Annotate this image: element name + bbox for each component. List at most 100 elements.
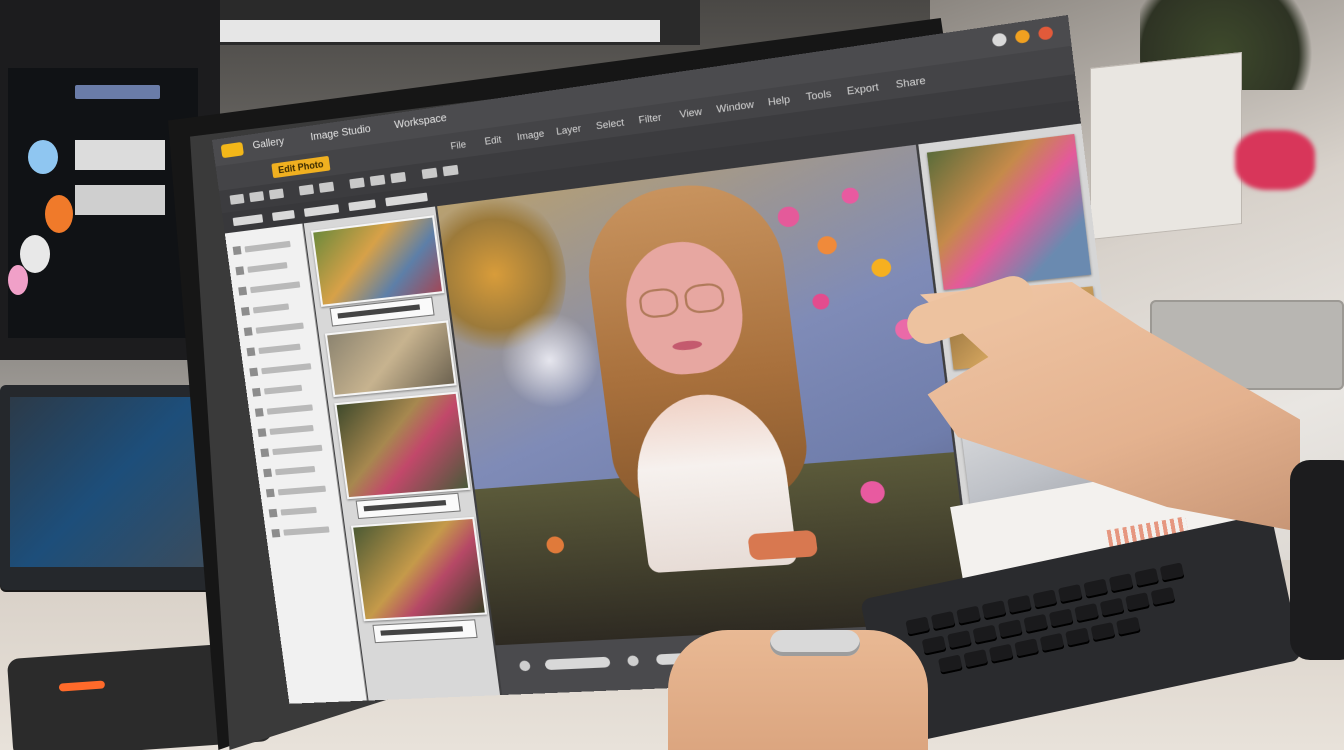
- thumbnail-caption: [372, 619, 478, 644]
- layer-toggle[interactable]: [263, 468, 273, 478]
- play-icon[interactable]: [518, 660, 531, 672]
- layer-toggle[interactable]: [235, 266, 245, 276]
- minimize-icon[interactable]: [991, 32, 1008, 48]
- title-item[interactable]: Gallery: [252, 136, 285, 152]
- layer-row[interactable]: [266, 404, 313, 415]
- flower-shape: [816, 235, 838, 256]
- menu-item[interactable]: Export: [846, 81, 879, 97]
- thumbnail-image[interactable]: [324, 320, 457, 398]
- keyboard-key: [997, 619, 1023, 640]
- keyboard-key: [1023, 613, 1049, 635]
- layer-toggle[interactable]: [260, 448, 270, 458]
- option-control[interactable]: [232, 214, 264, 227]
- tool-icon[interactable]: [349, 177, 365, 189]
- layer-toggle[interactable]: [238, 286, 248, 296]
- layer-toggle[interactable]: [268, 508, 278, 518]
- tool-icon[interactable]: [390, 171, 407, 184]
- layer-row[interactable]: [283, 526, 330, 536]
- keyboard-key: [947, 630, 972, 651]
- active-menu-tag[interactable]: Edit Photo: [271, 155, 331, 179]
- layer-row[interactable]: [269, 424, 314, 435]
- option-control[interactable]: [271, 209, 295, 222]
- menu-item[interactable]: File: [450, 139, 467, 152]
- title-item[interactable]: Image Studio: [310, 123, 372, 143]
- option-control[interactable]: [385, 192, 428, 207]
- keyboard-key: [930, 611, 956, 632]
- tool-icon[interactable]: [421, 167, 438, 180]
- reference-image[interactable]: [926, 133, 1092, 290]
- layer-toggle[interactable]: [265, 488, 275, 498]
- maximize-icon[interactable]: [1014, 29, 1031, 44]
- layer-row[interactable]: [274, 465, 316, 476]
- layer-row[interactable]: [272, 444, 323, 456]
- tool-icon[interactable]: [442, 164, 459, 177]
- timeline-slider[interactable]: [544, 656, 611, 671]
- tool-icon[interactable]: [249, 191, 265, 203]
- background-monitor-panel: [75, 185, 165, 215]
- menu-item[interactable]: Window: [716, 99, 755, 115]
- keyboard-key: [1048, 608, 1074, 629]
- layer-toggle[interactable]: [240, 306, 250, 316]
- keyboard-key: [963, 649, 989, 670]
- layer-row[interactable]: [280, 506, 317, 516]
- layer-row[interactable]: [252, 303, 290, 314]
- menu-item[interactable]: Help: [767, 94, 790, 108]
- layer-toggle[interactable]: [254, 408, 264, 417]
- close-icon[interactable]: [1037, 25, 1054, 41]
- tool-icon[interactable]: [318, 181, 335, 193]
- menu-item[interactable]: Edit: [484, 134, 502, 147]
- layer-toggle[interactable]: [249, 367, 259, 377]
- keyboard-key: [1159, 562, 1185, 583]
- flower-shape: [870, 257, 893, 278]
- layer-row[interactable]: [244, 240, 291, 253]
- layer-toggle[interactable]: [232, 245, 242, 256]
- thumbnail-image[interactable]: [334, 391, 471, 500]
- menu-item[interactable]: Layer: [556, 123, 582, 137]
- keyboard-key: [1083, 578, 1109, 599]
- tool-icon[interactable]: [298, 184, 315, 196]
- keyboard-key: [1065, 627, 1090, 648]
- layer-row[interactable]: [263, 384, 303, 395]
- layer-toggle[interactable]: [252, 387, 261, 397]
- menu-item[interactable]: Share: [895, 75, 926, 91]
- tool-icon[interactable]: [369, 174, 386, 187]
- image-canvas[interactable]: [437, 144, 975, 646]
- background-shelf: [1090, 52, 1242, 240]
- laptop-screen: Gallery Image Studio Workspace Edit Phot…: [200, 14, 1147, 704]
- background-monitor-bar: [200, 20, 660, 42]
- background-tablet-screen: [10, 397, 210, 567]
- step-icon[interactable]: [626, 655, 640, 667]
- tool-icon[interactable]: [229, 193, 245, 205]
- thumbnail-image[interactable]: [310, 215, 445, 307]
- keyboard-key: [937, 654, 963, 675]
- flower-shape: [840, 186, 860, 205]
- menu-item[interactable]: Tools: [805, 88, 832, 103]
- tool-icon[interactable]: [268, 188, 285, 200]
- keyboard-key: [1090, 622, 1116, 643]
- keyboard-key: [921, 635, 947, 656]
- menu-item[interactable]: View: [679, 106, 703, 120]
- menu-item[interactable]: Image: [516, 128, 545, 143]
- keyboard-key: [1057, 584, 1083, 605]
- flower-shape: [811, 292, 831, 311]
- layer-toggle[interactable]: [257, 428, 267, 438]
- layer-toggle[interactable]: [243, 327, 253, 337]
- menu-item[interactable]: Filter: [638, 112, 662, 126]
- keyboard-key: [1039, 632, 1065, 654]
- option-control[interactable]: [303, 204, 340, 217]
- menu-item[interactable]: Select: [595, 117, 624, 132]
- keyboard-key: [972, 624, 998, 645]
- thumbnail-image[interactable]: [350, 516, 488, 622]
- layer-row[interactable]: [255, 322, 304, 334]
- logo-icon: [220, 141, 244, 159]
- layer-toggle[interactable]: [271, 528, 281, 538]
- layer-row[interactable]: [247, 262, 288, 273]
- title-item[interactable]: Workspace: [394, 112, 448, 131]
- layer-row[interactable]: [250, 281, 301, 294]
- layer-toggle[interactable]: [246, 347, 256, 357]
- option-control[interactable]: [348, 199, 376, 212]
- keyboard-key: [988, 643, 1014, 664]
- layer-row[interactable]: [277, 485, 327, 496]
- layer-row[interactable]: [258, 343, 301, 355]
- layer-row[interactable]: [261, 363, 312, 375]
